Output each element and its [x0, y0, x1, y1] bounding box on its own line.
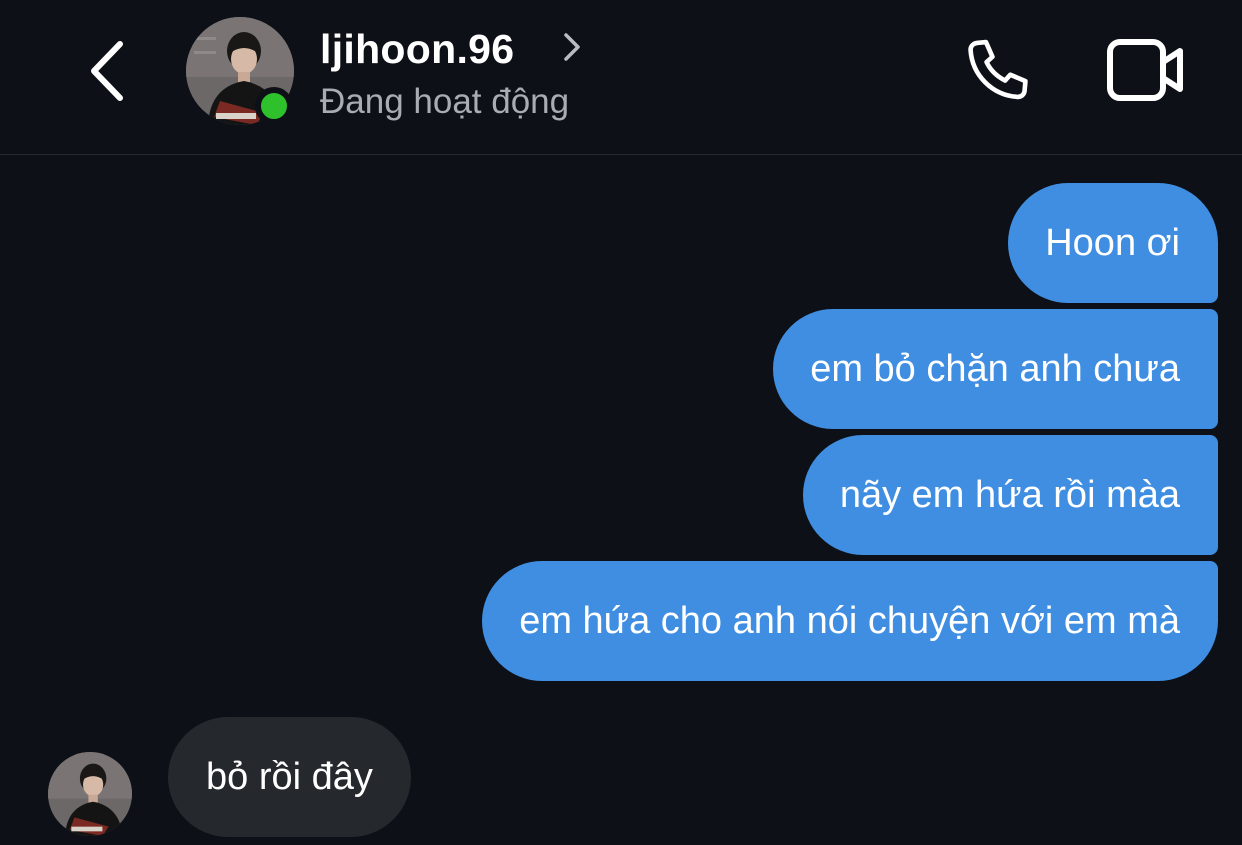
- message-text: em bỏ chặn anh chưa: [810, 347, 1180, 390]
- header-divider: [0, 154, 1242, 155]
- chevron-left-icon: [91, 41, 123, 101]
- outgoing-message[interactable]: nãy em hứa rồi màa: [802, 435, 1218, 555]
- message-text: em hứa cho anh nói chuyện với em mà: [519, 599, 1180, 642]
- online-status-dot: [255, 87, 293, 125]
- chat-header: ljihoon.96 Đang hoạt động: [0, 0, 1242, 154]
- message-text: bỏ rồi đây: [206, 755, 373, 798]
- outgoing-message[interactable]: em hứa cho anh nói chuyện với em mà: [482, 561, 1218, 681]
- phone-icon: [968, 39, 1028, 100]
- chat-title[interactable]: ljihoon.96 Đang hoạt động: [320, 26, 580, 121]
- back-button[interactable]: [84, 36, 134, 106]
- outgoing-message[interactable]: Hoon ơi: [1008, 183, 1218, 303]
- audio-call-button[interactable]: [958, 34, 1038, 108]
- message-text: nãy em hứa rồi màa: [839, 473, 1180, 516]
- outgoing-message[interactable]: em bỏ chặn anh chưa: [773, 309, 1218, 429]
- active-status: Đang hoạt động: [320, 82, 570, 121]
- video-camera-icon: [1107, 39, 1183, 101]
- video-call-button[interactable]: [1104, 36, 1188, 104]
- chat-screen: ljihoon.96 Đang hoạt động Hoon ơi em bỏ …: [0, 0, 1242, 845]
- chevron-right-icon: [564, 33, 580, 61]
- sender-avatar[interactable]: [48, 752, 132, 836]
- message-text: Hoon ơi: [1045, 221, 1180, 264]
- incoming-message[interactable]: bỏ rồi đây: [168, 717, 411, 837]
- username[interactable]: ljihoon.96: [320, 26, 514, 72]
